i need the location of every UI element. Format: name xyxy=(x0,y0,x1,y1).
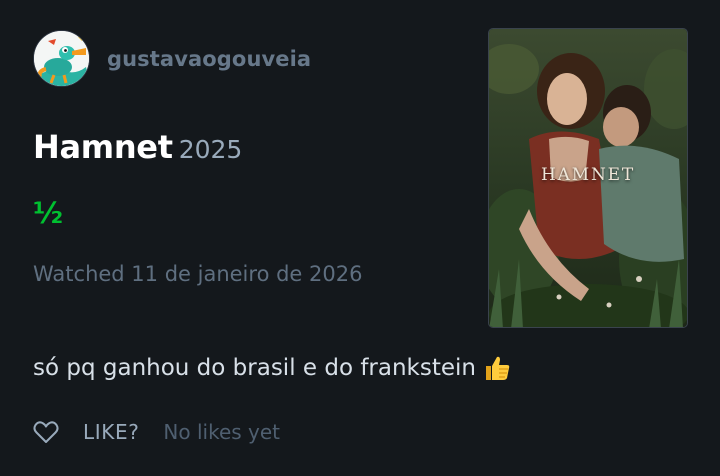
film-heading: Hamnet 2025 xyxy=(33,128,242,166)
film-year-link[interactable]: 2025 xyxy=(179,135,243,164)
watched-date: Watched 11 de janeiro de 2026 xyxy=(33,262,363,286)
review-text: só pq ganhou do brasil e do frankstein xyxy=(33,355,476,381)
review-body: só pq ganhou do brasil e do frankstein xyxy=(33,353,512,383)
poster-title: HAMNET xyxy=(541,165,635,185)
likes-count: No likes yet xyxy=(163,420,281,444)
platypus-avatar-icon xyxy=(34,31,89,86)
film-title-link[interactable]: Hamnet xyxy=(33,128,173,166)
film-poster[interactable]: HAMNET xyxy=(488,28,688,328)
username-link[interactable]: gustavaogouveia xyxy=(107,47,311,71)
rating-stars: ½ xyxy=(33,196,64,230)
heart-outline-icon[interactable] xyxy=(33,420,59,444)
likes-row: LIKE? No likes yet xyxy=(33,420,280,444)
avatar[interactable] xyxy=(33,30,90,87)
thumbs-up-icon xyxy=(482,353,512,383)
like-button[interactable]: LIKE? xyxy=(83,420,139,444)
